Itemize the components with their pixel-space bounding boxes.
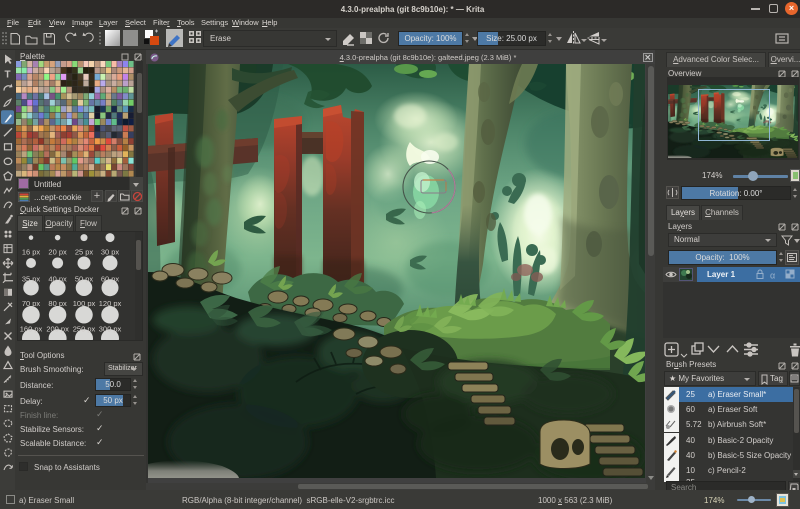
svg-text:250 px: 250 px [73,324,96,333]
svg-text:80 px: 80 px [48,299,67,308]
svg-text:α: α [770,271,775,281]
svg-text:30 px: 30 px [101,248,120,257]
svg-text:70 px: 70 px [22,299,41,308]
svg-text:40 px: 40 px [48,275,67,284]
svg-text:35 px: 35 px [22,275,41,284]
svg-text:16 px: 16 px [22,248,41,257]
svg-text:T: T [4,70,10,81]
svg-text:300 px: 300 px [99,324,122,333]
svg-text:200 px: 200 px [46,324,69,333]
svg-text:100 px: 100 px [73,299,96,308]
svg-text:160 px: 160 px [20,324,43,333]
svg-text:20 px: 20 px [48,248,67,257]
svg-text:25 px: 25 px [75,248,94,257]
svg-text:60 px: 60 px [101,275,120,284]
svg-text:50 px: 50 px [75,275,94,284]
svg-text:120 px: 120 px [99,299,122,308]
